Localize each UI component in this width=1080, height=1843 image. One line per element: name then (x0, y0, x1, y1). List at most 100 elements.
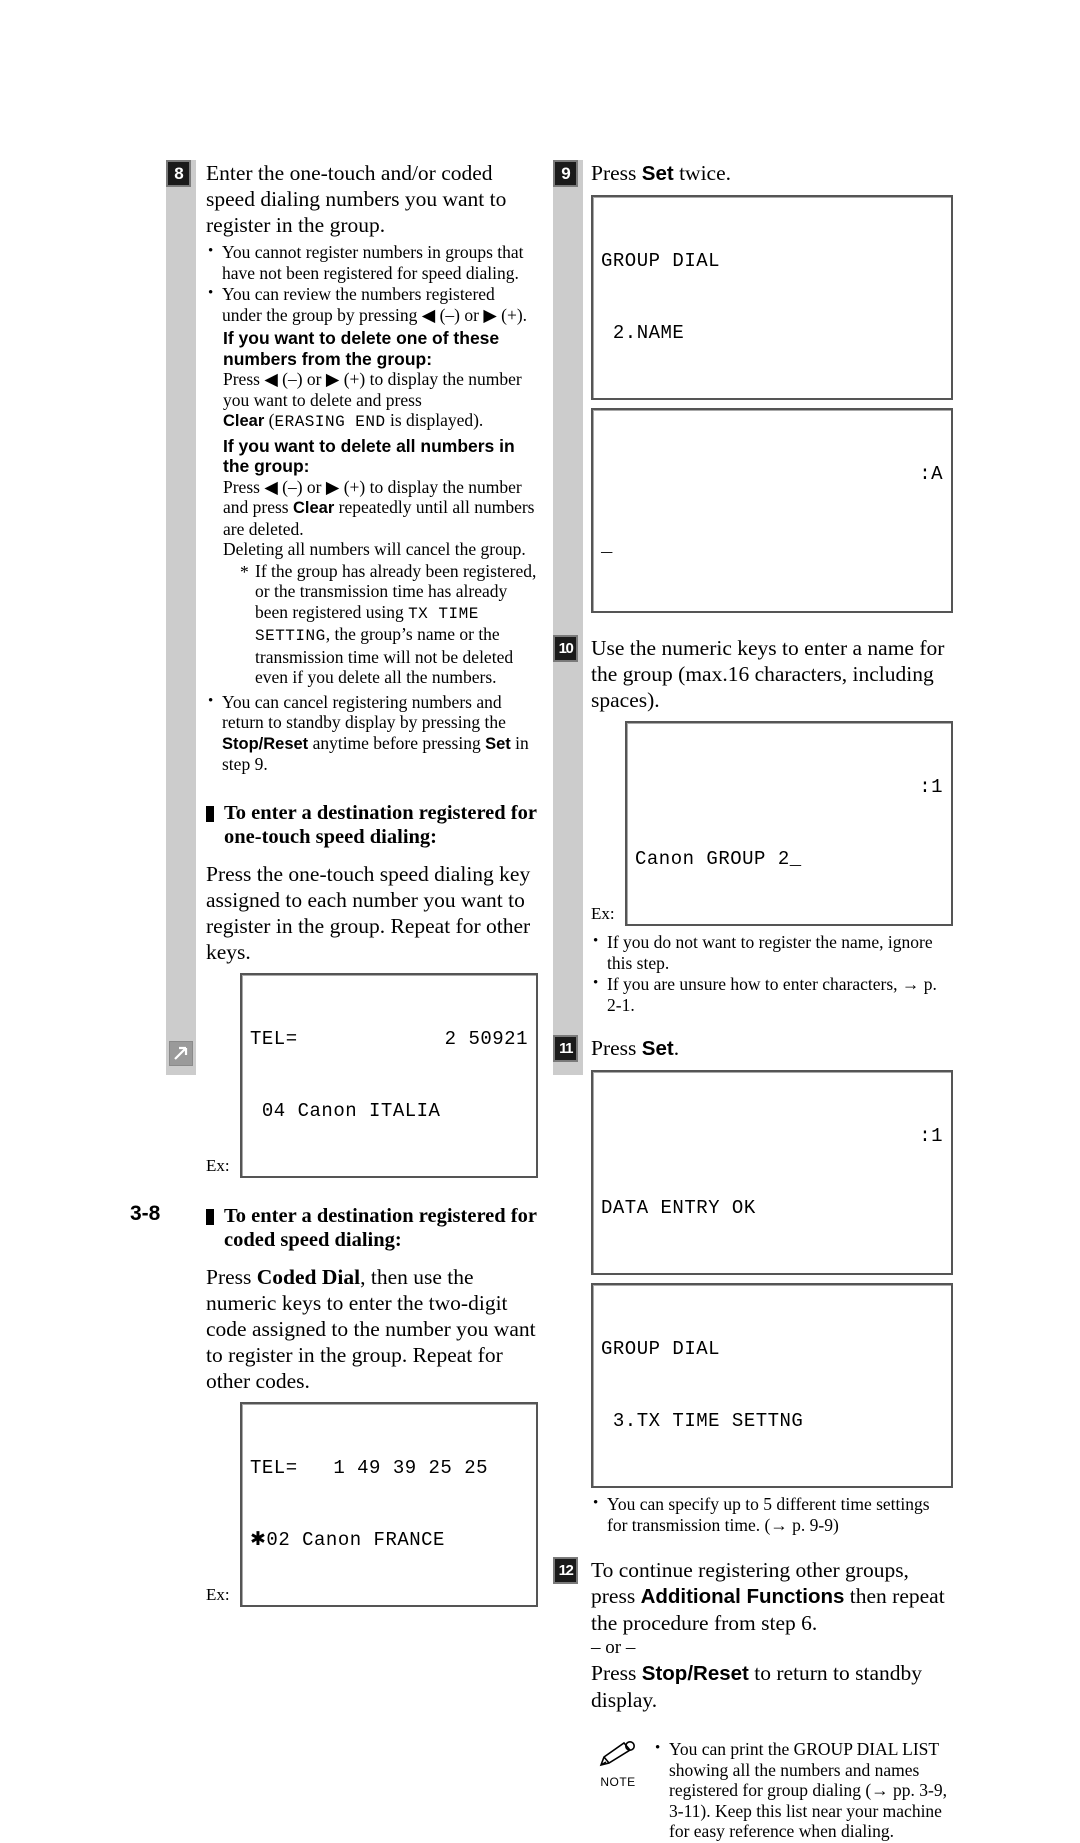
lcd-example-one-touch: Ex: TEL= 2 50921 04 Canon ITALIA (206, 972, 538, 1178)
lcd-line-1-right: :A (919, 463, 943, 485)
cancel-text-a: You can cancel registering numbers and r… (222, 691, 506, 733)
section-one-touch-line2: one-touch speed dialing: (224, 825, 437, 848)
lcd-line-1: TEL= 2 50921 (250, 1027, 528, 1051)
clear-key-label: Clear (223, 412, 265, 430)
lcd-display: :A _ (591, 408, 953, 613)
step-12-alt: Press Stop/Reset to return to standby di… (591, 1660, 953, 1713)
lcd-display: TEL= 1 49 39 25 25 ✱02 Canon FRANCE (240, 1401, 538, 1607)
set-key-label: Set (641, 162, 674, 185)
step-9-text: Press Set twice. (591, 160, 953, 187)
list-item: You cannot register numbers in groups th… (206, 241, 538, 283)
step-12-badge: 12 (553, 1557, 578, 1584)
lcd-line-1: GROUP DIAL (601, 1338, 721, 1360)
coded-dial-key-label: Coded Dial (256, 1264, 361, 1289)
step-10-badge: 10 (553, 635, 578, 662)
lcd-line-2: ✱02 Canon FRANCE (250, 1528, 445, 1551)
step-9-text-b: twice. (673, 161, 731, 185)
delete-all-body: Press ◀ (–) or ▶ (+) to display the numb… (223, 477, 538, 540)
delete-all-cancel-note: Deleting all numbers will cancel the gro… (223, 539, 526, 559)
note-bullets: You can print the GROUP DIAL LIST showin… (653, 1738, 953, 1842)
lcd-display: TEL= 2 50921 04 Canon ITALIA (240, 972, 538, 1178)
lcd-line-1-right: :1 (919, 1125, 943, 1147)
lcd-line-1-right: 2 50921 (444, 1027, 528, 1050)
lcd-line-1: GROUP DIAL (601, 250, 721, 272)
step-10: 10 Use the numeric keys to enter a name … (553, 635, 953, 1015)
lcd-line-2: 2.NAME (601, 322, 685, 344)
lcd-line-1: :A (601, 462, 943, 486)
list-item: If you do not want to register the name,… (591, 931, 953, 973)
list-item: You can specify up to 5 different time s… (591, 1493, 953, 1535)
note-icon-group: NOTE (591, 1739, 645, 1789)
step-9-text-a: Press (591, 161, 642, 185)
step-12: 12 To continue registering other groups,… (553, 1557, 953, 1713)
step-10-bullets: If you do not want to register the name,… (591, 931, 953, 1015)
set-key-label: Set (485, 734, 511, 753)
step-8-bullets: You cannot register numbers in groups th… (206, 241, 538, 325)
erasing-end-display: ERASING END (274, 413, 386, 431)
lcd-display: :1 DATA ENTRY OK (591, 1070, 953, 1275)
step-9-badge: 9 (553, 160, 578, 187)
left-step-rail (166, 160, 196, 1075)
delete-all-footnote: If the group has already been registered… (240, 561, 538, 688)
lcd-display: :1 Canon GROUP 2_ (625, 721, 953, 926)
page-number: 3-8 (130, 1202, 161, 1225)
lcd-data-entry-ok: :1 DATA ENTRY OK (591, 1070, 953, 1275)
delete-one-text-b: is displayed). (385, 410, 484, 430)
step-8-badge: 8 (166, 160, 191, 187)
lcd-example-group-name: Ex: :1 Canon GROUP 2_ (591, 721, 953, 926)
step-11-badge: 11 (553, 1035, 578, 1062)
delete-all-heading: If you want to delete all numbers in the… (223, 435, 515, 477)
list-item: If you are unsure how to enter character… (591, 973, 953, 1015)
section-one-touch-line1: To enter a destination registered for (224, 801, 537, 824)
coded-text-a: Press (206, 1264, 257, 1289)
clear-key-label-2: Clear (292, 499, 335, 517)
section-heading-one-touch: To enter a destination registered for on… (206, 801, 538, 849)
step-9: 9 Press Set twice. GROUP DIAL 2.NAME :A (553, 160, 953, 613)
list-item: You can review the numbers registered un… (206, 283, 538, 325)
lcd-line-1: TEL= 1 49 39 25 25 (250, 1456, 489, 1479)
diagonal-arrow-icon (174, 1046, 188, 1060)
lcd-example-coded: Ex: TEL= 1 49 39 25 25 ✱02 Canon FRANCE (206, 1401, 538, 1607)
continuation-arrow-marker (166, 1037, 196, 1071)
step-12-text: To continue registering other groups, pr… (591, 1557, 953, 1636)
manual-page: 8 Enter the one-touch and/or coded speed… (0, 0, 1080, 1841)
section-coded-line2: coded speed dialing: (224, 1228, 402, 1251)
additional-functions-key-label: Additional Functions (640, 1585, 845, 1608)
left-column: 8 Enter the one-touch and/or coded speed… (166, 160, 538, 1607)
lcd-display: GROUP DIAL 3.TX TIME SETTNG (591, 1283, 953, 1488)
right-step-rail (553, 160, 583, 1075)
step-8: 8 Enter the one-touch and/or coded speed… (166, 160, 538, 775)
delete-one-block: If you want to delete one of these numbe… (223, 328, 538, 688)
cancel-text-b: anytime before pressing (308, 732, 486, 753)
step-12-text-c: Press (591, 1661, 642, 1685)
lcd-line-2: _ (601, 535, 613, 557)
step-12-or: – or – (591, 1637, 636, 1658)
lcd-line-2: Canon GROUP 2_ (635, 848, 802, 870)
section-heading-coded: To enter a destination registered for co… (206, 1204, 538, 1252)
set-key-label: Set (641, 1037, 674, 1060)
section-coded-line1: To enter a destination registered for (224, 1204, 537, 1227)
lcd-line-1-left: TEL= (250, 1027, 298, 1050)
lcd-group-dial-name: GROUP DIAL 2.NAME (591, 195, 953, 400)
lcd-line-1: :1 (635, 775, 943, 799)
section-one-touch-paragraph: Press the one-touch speed dialing key as… (206, 861, 531, 964)
list-item: You can print the GROUP DIAL LIST showin… (653, 1738, 953, 1842)
step-11-text-a: Press (591, 1036, 642, 1060)
delete-one-body: Press ◀ (–) or ▶ (+) to display the numb… (223, 369, 522, 431)
step-10-text: Use the numeric keys to enter a name for… (591, 636, 945, 712)
lcd-display: GROUP DIAL 2.NAME (591, 195, 953, 400)
step-8-text: Enter the one-touch and/or coded speed d… (206, 161, 507, 237)
delete-one-text-a: Press ◀ (–) or ▶ (+) to display the numb… (223, 369, 522, 410)
example-label: Ex: (591, 904, 615, 923)
pencil-icon (599, 1741, 635, 1767)
right-column: 9 Press Set twice. GROUP DIAL 2.NAME :A (553, 160, 953, 1843)
note-label: NOTE (600, 1775, 636, 1789)
footnote-text-a: If the group has already been registered… (255, 560, 537, 622)
section-coded-paragraph: Press Coded Dial, then use the numeric k… (206, 1264, 538, 1394)
step-11-text-b: . (673, 1036, 680, 1060)
lcd-line-2: 3.TX TIME SETTNG (601, 1410, 804, 1432)
lcd-name-entry-empty: :A _ (591, 408, 953, 613)
list-item: You can cancel registering numbers and r… (206, 691, 538, 775)
lcd-group-dial-tx-time: GROUP DIAL 3.TX TIME SETTNG (591, 1283, 953, 1488)
step-11: 11 Press Set. :1 DATA ENTRY OK GROUP DIA… (553, 1035, 953, 1535)
